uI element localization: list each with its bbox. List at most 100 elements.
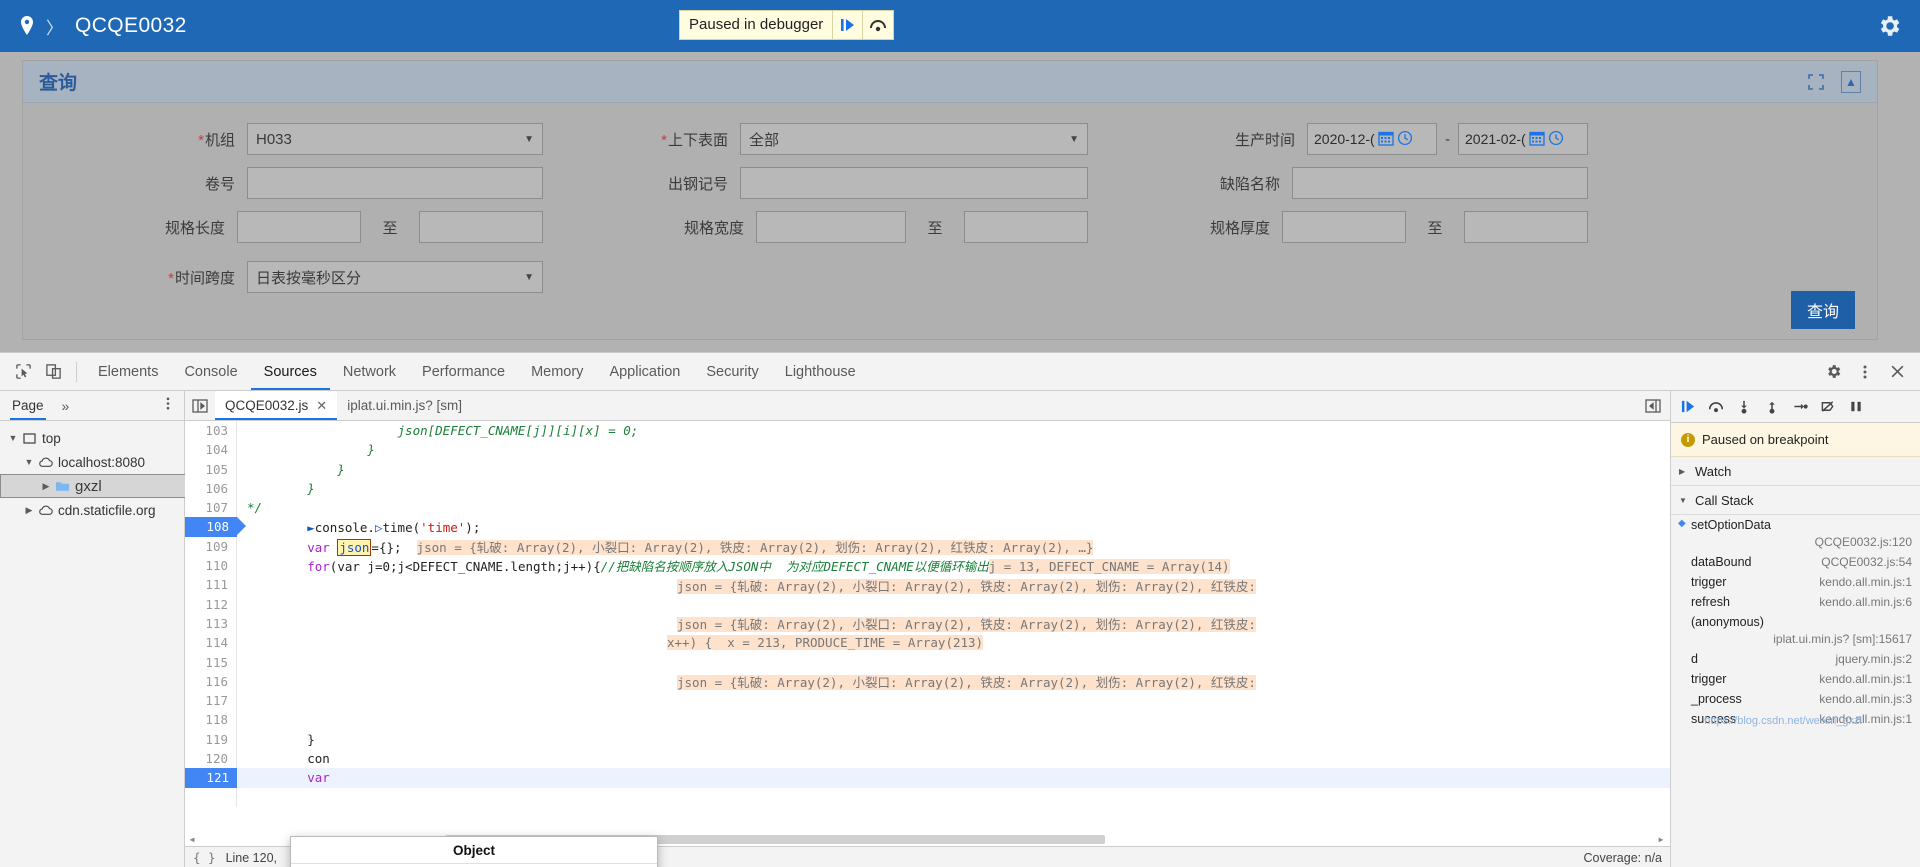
- chugang-input[interactable]: [740, 167, 1088, 199]
- tab-console[interactable]: Console: [171, 353, 250, 390]
- call-stack-row[interactable]: trigger kendo.all.min.js:1: [1671, 669, 1920, 689]
- step-into-icon[interactable]: [1731, 394, 1757, 420]
- spec-len-between-label: 至: [382, 219, 398, 237]
- navigator-tab-page[interactable]: Page: [10, 391, 46, 420]
- call-stack-row[interactable]: trigger kendo.all.min.js:1: [1671, 572, 1920, 592]
- expand-icon[interactable]: [1805, 71, 1827, 93]
- query-panel-header: 查询 ▲: [23, 61, 1877, 103]
- tab-sources[interactable]: Sources: [251, 353, 330, 390]
- source-tab-label: QCQE0032.js: [225, 398, 309, 413]
- inspect-element-icon[interactable]: [8, 358, 38, 386]
- code-line: 103 json[DEFECT_CNAME[j]][i][x] = 0;: [185, 421, 1670, 441]
- resume-script-icon[interactable]: [833, 11, 864, 39]
- line-number: 119: [185, 729, 237, 750]
- step-out-icon[interactable]: [1759, 394, 1785, 420]
- spec-len-from-input[interactable]: [237, 211, 361, 243]
- line-number: 116: [185, 671, 237, 692]
- chevron-right-icon[interactable]: ▶: [22, 505, 36, 516]
- prod-time-from[interactable]: 2020-12-(: [1307, 123, 1437, 155]
- spec-wid-to-input[interactable]: [964, 211, 1088, 243]
- call-stack-function: _process: [1691, 692, 1742, 706]
- surface-select[interactable]: 全部 ▼: [740, 123, 1088, 155]
- line-number: 104: [185, 440, 237, 460]
- navigator-more-tabs[interactable]: »: [62, 398, 70, 414]
- close-icon[interactable]: ✕: [316, 398, 327, 414]
- clock-icon[interactable]: [1397, 130, 1413, 149]
- chevron-down-icon[interactable]: ▼: [1679, 496, 1689, 505]
- pause-on-exceptions-icon[interactable]: [1843, 394, 1869, 420]
- watch-section[interactable]: ▶ Watch: [1671, 457, 1920, 486]
- tree-node-cdn[interactable]: ▶ cdn.staticfile.org: [0, 498, 184, 522]
- tab-network[interactable]: Network: [330, 353, 409, 390]
- resume-icon[interactable]: [1675, 394, 1701, 420]
- tree-node-top[interactable]: ▼ top: [0, 426, 184, 450]
- code-line: 116 json = {轧破: Array(2), 小裂口: Array(2), …: [185, 671, 1670, 692]
- inline-hint: x++) { x = 213, PRODUCE_TIME = Array(213…: [667, 635, 984, 651]
- chevron-down-icon[interactable]: ▼: [22, 457, 36, 467]
- info-icon: i: [1681, 432, 1695, 447]
- tab-lighthouse[interactable]: Lighthouse: [772, 353, 869, 390]
- settings-gear-icon[interactable]: [1818, 358, 1848, 386]
- call-stack-function: trigger: [1691, 575, 1727, 589]
- code-line: 105 }: [185, 459, 1670, 479]
- call-stack-section: ▼ Call Stack: [1671, 486, 1920, 515]
- tab-memory[interactable]: Memory: [518, 353, 596, 390]
- spec-thk-from-input[interactable]: [1282, 211, 1406, 243]
- clock-icon[interactable]: [1548, 130, 1564, 149]
- source-tab-qcqe0032[interactable]: QCQE0032.js ✕: [215, 391, 338, 420]
- deactivate-breakpoints-icon[interactable]: [1815, 394, 1841, 420]
- chevron-right-icon[interactable]: ▶: [39, 481, 53, 492]
- step-over-icon[interactable]: [863, 11, 893, 39]
- show-debugger-icon[interactable]: [1638, 391, 1668, 420]
- call-stack-row[interactable]: (anonymous): [1671, 612, 1920, 632]
- toolbar-divider: [76, 361, 77, 382]
- step-over-icon[interactable]: [1703, 394, 1729, 420]
- tree-node-localhost[interactable]: ▼ localhost:8080: [0, 450, 184, 474]
- search-button[interactable]: 查询: [1790, 291, 1855, 329]
- paused-banner-text: Paused in debugger: [680, 11, 834, 39]
- call-stack-row[interactable]: d jquery.min.js:2: [1671, 649, 1920, 669]
- call-stack-row[interactable]: refresh kendo.all.min.js:6: [1671, 592, 1920, 612]
- show-navigator-icon[interactable]: [185, 391, 215, 420]
- scroll-right-icon[interactable]: ▶: [1654, 835, 1668, 844]
- chevron-down-icon[interactable]: ▼: [6, 433, 20, 443]
- object-inspector-popup[interactable]: Object ▶边裂: (2) [Array(213), Array(213)]…: [290, 836, 658, 867]
- step-icon[interactable]: [1787, 394, 1813, 420]
- call-stack-row[interactable]: ◆ setOptionData: [1671, 515, 1920, 535]
- timespan-select[interactable]: 日表按毫秒区分 ▼: [247, 261, 543, 293]
- tab-security[interactable]: Security: [693, 353, 771, 390]
- code-line: 113 json = {轧破: Array(2), 小裂口: Array(2), …: [185, 613, 1670, 634]
- code-editor[interactable]: 103 json[DEFECT_CNAME[j]][i][x] = 0; 104…: [185, 421, 1670, 867]
- gear-icon[interactable]: [1876, 13, 1902, 39]
- chevron-right-icon[interactable]: ▶: [1679, 467, 1689, 476]
- spec-len-to-input[interactable]: [419, 211, 543, 243]
- spec-wid-from-input[interactable]: [756, 211, 906, 243]
- calendar-icon[interactable]: [1529, 130, 1545, 149]
- pretty-print-icon[interactable]: { }: [193, 850, 216, 865]
- source-tab-iplat[interactable]: iplat.ui.min.js? [sm]: [337, 391, 472, 420]
- code-line: 104 }: [185, 440, 1670, 460]
- more-vertical-icon[interactable]: [1850, 358, 1880, 386]
- line-number: 117: [185, 691, 237, 711]
- call-stack-location: QCQE0032.js:54: [1821, 555, 1912, 569]
- device-toolbar-icon[interactable]: [38, 358, 68, 386]
- tab-performance[interactable]: Performance: [409, 353, 518, 390]
- collapse-chevron-icon[interactable]: ▲: [1841, 70, 1861, 93]
- call-stack-row[interactable]: _process kendo.all.min.js:3: [1671, 689, 1920, 709]
- close-icon[interactable]: [1882, 358, 1912, 386]
- defect-name-input[interactable]: [1292, 167, 1588, 199]
- call-stack-row[interactable]: dataBound QCQE0032.js:54: [1671, 552, 1920, 572]
- prod-time-to[interactable]: 2021-02-(: [1458, 123, 1588, 155]
- more-vertical-icon[interactable]: [162, 396, 174, 415]
- spec-thk-to-input[interactable]: [1464, 211, 1588, 243]
- tab-application[interactable]: Application: [596, 353, 693, 390]
- surface-select-value: 全部: [749, 131, 780, 149]
- scroll-left-icon[interactable]: ◀: [185, 835, 199, 844]
- label-juanhao: 卷号: [204, 175, 235, 193]
- jizu-select[interactable]: H033 ▼: [247, 123, 543, 155]
- prod-time-from-value: 2020-12-(: [1314, 131, 1375, 147]
- tab-elements[interactable]: Elements: [85, 353, 171, 390]
- call-stack-function: d: [1691, 652, 1698, 666]
- juanhao-input[interactable]: [247, 167, 543, 199]
- calendar-icon[interactable]: [1378, 130, 1394, 149]
